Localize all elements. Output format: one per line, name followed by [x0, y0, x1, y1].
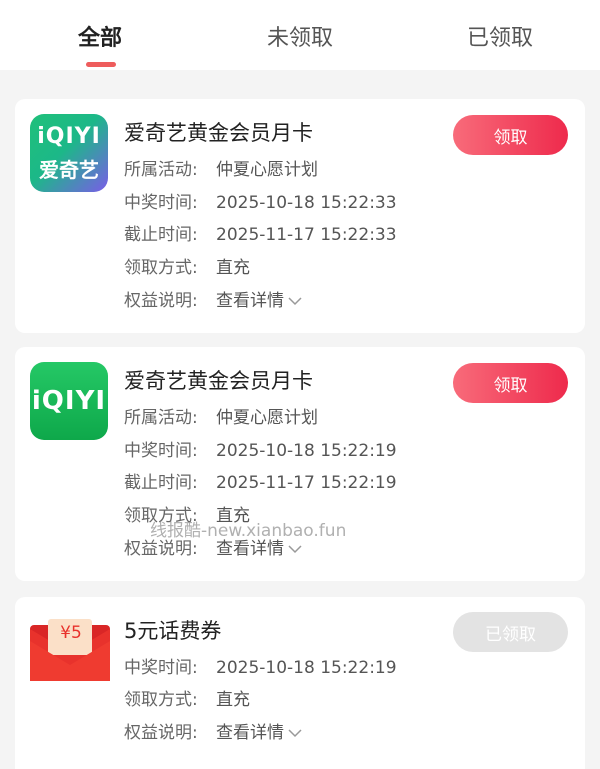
view-details-link[interactable]: 查看详情 [216, 539, 284, 559]
method-row: 领取方式: 直充 [124, 506, 250, 526]
chevron-down-icon[interactable] [288, 296, 302, 306]
view-details-link[interactable]: 查看详情 [216, 723, 284, 743]
prize-title: 爱奇艺黄金会员月卡 [124, 121, 313, 145]
tab-unclaimed-label: 未领取 [266, 26, 333, 51]
iqiyi-logo-icon: iQIYI [30, 362, 108, 440]
tab-unclaimed[interactable]: 未领取 [200, 0, 400, 70]
prize-card: ¥5 5元话费券 已领取 中奖时间: 2025-10-18 15:22:19 领取… [15, 597, 585, 769]
benefit-row: 权益说明: 查看详情 [124, 534, 302, 559]
tab-bar: 全部 未领取 已领取 [0, 0, 600, 70]
active-tab-indicator [86, 62, 116, 67]
method-row: 领取方式: 直充 [124, 690, 250, 710]
tab-claimed[interactable]: 已领取 [400, 0, 600, 70]
prize-title: 5元话费券 [124, 619, 222, 643]
tab-all[interactable]: 全部 [0, 0, 200, 70]
prize-title: 爱奇艺黄金会员月卡 [124, 369, 313, 393]
deadline-row: 截止时间: 2025-11-17 15:22:19 [124, 473, 397, 493]
chevron-down-icon[interactable] [288, 728, 302, 738]
win-time-row: 中奖时间: 2025-10-18 15:22:33 [124, 193, 397, 213]
view-details-link[interactable]: 查看详情 [216, 291, 284, 311]
benefit-row: 权益说明: 查看详情 [124, 286, 302, 311]
claimed-button: 已领取 [453, 612, 568, 652]
activity-row: 所属活动: 仲夏心愿计划 [124, 160, 318, 180]
prize-card: iQIYI 爱奇艺黄金会员月卡 领取 所属活动: 仲夏心愿计划 中奖时间: 2025… [15, 347, 585, 581]
deadline-row: 截止时间: 2025-11-17 15:22:33 [124, 225, 397, 245]
coupon-amount: ¥5 [60, 623, 82, 643]
win-time-row: 中奖时间: 2025-10-18 15:22:19 [124, 658, 397, 678]
prize-card: iQIYI 爱奇艺 爱奇艺黄金会员月卡 领取 所属活动: 仲夏心愿计划 中奖时间:… [15, 99, 585, 333]
iqiyi-logo-icon: iQIYI 爱奇艺 [30, 114, 108, 192]
claim-button[interactable]: 领取 [453, 363, 568, 403]
claim-button[interactable]: 领取 [453, 115, 568, 155]
win-time-row: 中奖时间: 2025-10-18 15:22:19 [124, 441, 397, 461]
tab-all-label: 全部 [77, 26, 122, 51]
chevron-down-icon[interactable] [288, 544, 302, 554]
benefit-row: 权益说明: 查看详情 [124, 718, 302, 743]
tab-claimed-label: 已领取 [466, 26, 533, 51]
method-row: 领取方式: 直充 [124, 258, 250, 278]
activity-row: 所属活动: 仲夏心愿计划 [124, 408, 318, 428]
